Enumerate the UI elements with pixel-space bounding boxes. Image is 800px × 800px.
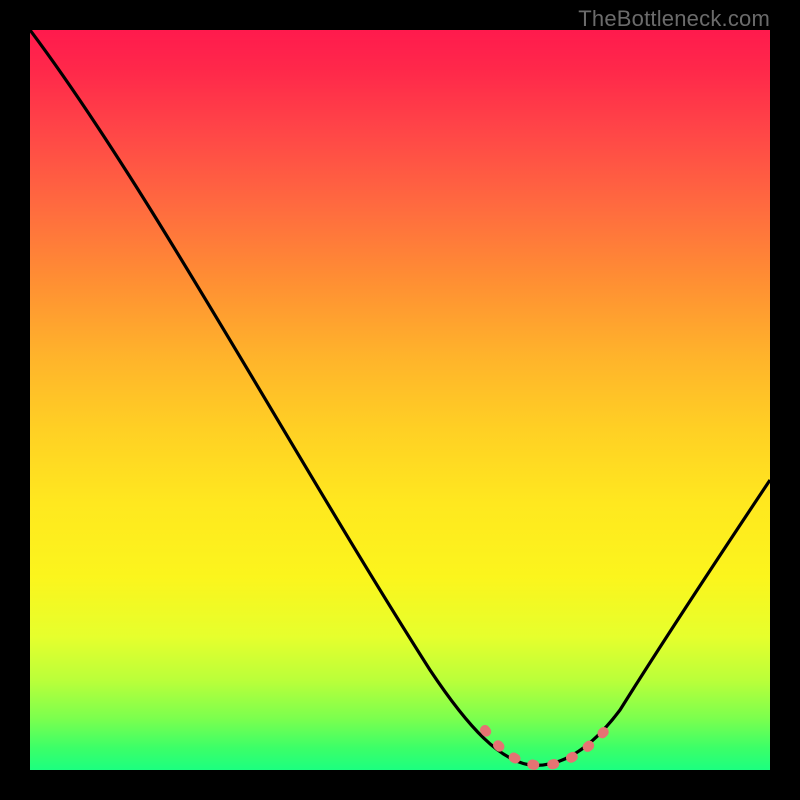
optimal-zone-marker	[485, 725, 610, 765]
curve-path	[30, 30, 770, 765]
watermark-text: TheBottleneck.com	[578, 6, 770, 32]
bottleneck-curve	[30, 30, 770, 770]
chart-area	[30, 30, 770, 770]
